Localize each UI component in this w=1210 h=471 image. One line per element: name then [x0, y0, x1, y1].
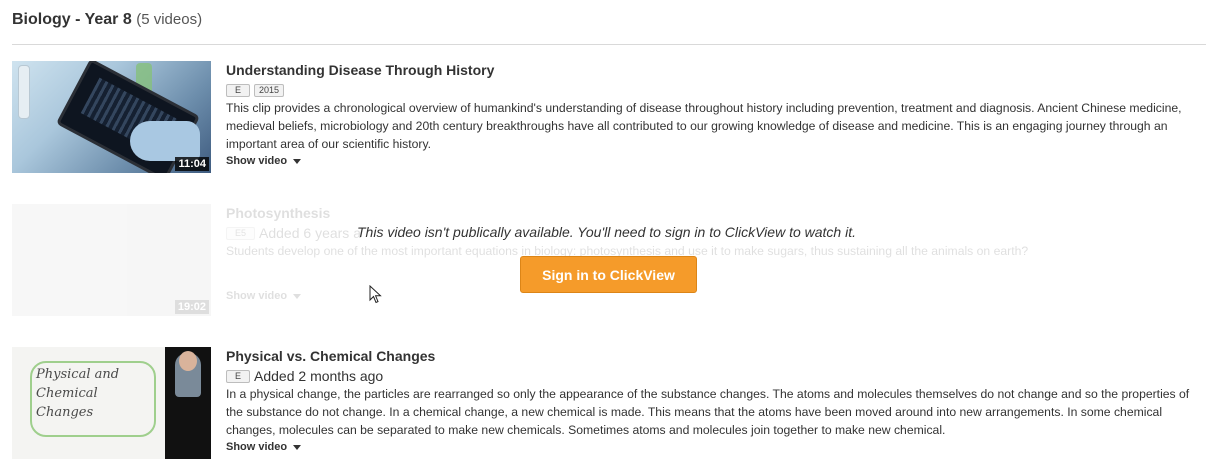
thumbnail-image-detail: [165, 347, 211, 459]
caret-down-icon: [293, 293, 302, 299]
year-badge: 2015: [254, 83, 285, 97]
playlist-header: Biology - Year 8 (5 videos): [12, 11, 202, 29]
video-description: Students develop one of the most importa…: [226, 244, 1029, 258]
added-date: Added 6 years a: [259, 225, 361, 241]
thumbnail-caption: Physical and Chemical Changes: [36, 367, 120, 420]
added-date: Added 2 months ago: [254, 368, 384, 384]
video-title[interactable]: Understanding Disease Through History: [226, 61, 1206, 79]
video-thumbnail[interactable]: Physical and Chemical Changes: [12, 347, 211, 459]
playlist-count: (5 videos): [136, 11, 203, 28]
playlist-title: Biology - Year 8: [12, 11, 132, 28]
show-video-label: Show video: [226, 441, 288, 453]
rating-badge: E5: [226, 226, 256, 240]
thumbnail-image-detail: [18, 65, 30, 119]
show-video-label: Show video: [226, 155, 288, 167]
video-item: 11:04 Understanding Disease Through Hist…: [12, 61, 1206, 173]
duration-badge: 19:02: [174, 300, 209, 314]
show-video-toggle[interactable]: Show video: [226, 441, 1206, 453]
video-item: Physical and Chemical Changes Physical v…: [12, 347, 1206, 459]
show-video-label: Show video: [226, 290, 288, 302]
sign-in-required-message: This video isn't publically available. Y…: [357, 224, 856, 240]
video-title: Photosynthesis: [226, 205, 331, 221]
show-video-toggle[interactable]: Show video: [226, 155, 1206, 167]
video-thumbnail[interactable]: 11:04: [12, 61, 211, 173]
video-title[interactable]: Physical vs. Chemical Changes: [226, 347, 1206, 365]
video-thumbnail: 19:02: [12, 204, 211, 316]
sign-in-button[interactable]: Sign in to ClickView: [520, 256, 697, 293]
rating-badge: E: [226, 83, 251, 97]
mouse-cursor-icon: [369, 285, 382, 304]
duration-badge: 11:04: [175, 157, 209, 171]
thumbnail-image-detail: [179, 351, 197, 371]
header-divider: [12, 44, 1206, 45]
caret-down-icon: [293, 158, 302, 164]
thumbnail-image-detail: [130, 121, 200, 161]
rating-badge: E: [226, 369, 251, 383]
caret-down-icon: [293, 444, 302, 450]
video-description: In a physical change, the particles are …: [226, 387, 1190, 437]
video-description: This clip provides a chronological overv…: [226, 101, 1182, 151]
